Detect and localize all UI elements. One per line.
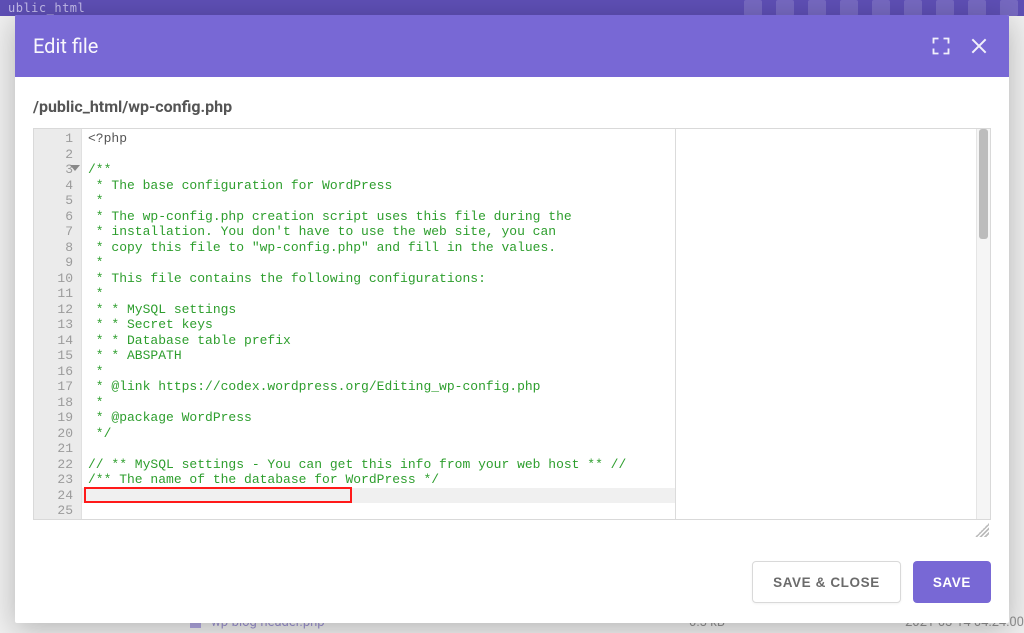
code-line[interactable]: * installation. You don't have to use th…	[88, 224, 675, 240]
active-line-highlight	[82, 488, 675, 504]
line-number: 12	[34, 302, 73, 318]
save-button[interactable]: SAVE	[913, 561, 991, 603]
code-line[interactable]: * The base configuration for WordPress	[88, 178, 675, 194]
modal-body: /public_html/wp-config.php 1234567891011…	[15, 77, 1009, 539]
line-number: 16	[34, 364, 73, 380]
line-number: 19	[34, 410, 73, 426]
line-number: 15	[34, 348, 73, 364]
line-number: 20	[34, 426, 73, 442]
code-line[interactable]: /**	[88, 162, 675, 178]
code-line[interactable]: *	[88, 193, 675, 209]
line-number: 3	[34, 162, 73, 178]
line-number: 9	[34, 255, 73, 271]
code-line[interactable]: // ** MySQL settings - You can get this …	[88, 457, 675, 473]
code-line[interactable]: *	[88, 255, 675, 271]
line-number: 21	[34, 441, 73, 457]
resize-grip-icon[interactable]	[975, 523, 989, 537]
code-area[interactable]: <?php /** * The base configuration for Wo…	[82, 129, 675, 519]
edit-file-modal: Edit file /public_html/wp-config.php 123…	[15, 15, 1009, 623]
code-line[interactable]: * * ABSPATH	[88, 348, 675, 364]
line-number: 23	[34, 472, 73, 488]
code-line[interactable]: * * Database table prefix	[88, 333, 675, 349]
code-line[interactable]: * copy this file to "wp-config.php" and …	[88, 240, 675, 256]
code-line[interactable]: <?php	[88, 131, 675, 147]
bg-path-text: ublic_html	[8, 0, 85, 16]
code-line[interactable]: * The wp-config.php creation script uses…	[88, 209, 675, 225]
line-number: 6	[34, 209, 73, 225]
bg-toolbar-icons	[744, 0, 1024, 16]
bg-path-bar: ublic_html	[0, 0, 1024, 16]
fullscreen-icon[interactable]	[931, 36, 951, 56]
line-number: 11	[34, 286, 73, 302]
code-line[interactable]: *	[88, 286, 675, 302]
line-number: 10	[34, 271, 73, 287]
code-line[interactable]: * This file contains the following confi…	[88, 271, 675, 287]
code-line[interactable]	[88, 441, 675, 457]
code-line[interactable]	[88, 147, 675, 163]
line-number: 14	[34, 333, 73, 349]
editor-right-pane	[676, 129, 976, 519]
code-line[interactable]: * * MySQL settings	[88, 302, 675, 318]
line-number: 2	[34, 147, 73, 163]
line-number: 17	[34, 379, 73, 395]
code-line[interactable]: * @package WordPress	[88, 410, 675, 426]
code-line[interactable]: *	[88, 364, 675, 380]
line-number-gutter: 1234567891011121314151617181920212223242…	[34, 129, 82, 519]
editor-split-divider[interactable]	[675, 129, 676, 519]
line-number: 22	[34, 457, 73, 473]
modal-header: Edit file	[15, 15, 1009, 77]
code-line[interactable]	[88, 503, 675, 519]
line-number: 18	[34, 395, 73, 411]
code-editor[interactable]: 1234567891011121314151617181920212223242…	[33, 128, 991, 520]
code-line[interactable]: */	[88, 426, 675, 442]
scrollbar-thumb[interactable]	[979, 129, 988, 239]
save-close-button[interactable]: SAVE & CLOSE	[752, 561, 901, 603]
line-number: 13	[34, 317, 73, 333]
code-line[interactable]: * * Secret keys	[88, 317, 675, 333]
code-line[interactable]: *	[88, 395, 675, 411]
line-number: 5	[34, 193, 73, 209]
code-line[interactable]: * @link https://codex.wordpress.org/Edit…	[88, 379, 675, 395]
code-line[interactable]: /** The name of the database for WordPre…	[88, 472, 675, 488]
line-number: 25	[34, 503, 73, 519]
line-number: 1	[34, 131, 73, 147]
modal-footer: SAVE & CLOSE SAVE	[15, 539, 1009, 623]
scrollbar-track[interactable]	[976, 129, 990, 519]
line-number: 24	[34, 488, 73, 504]
file-path: /public_html/wp-config.php	[33, 97, 991, 116]
line-number: 7	[34, 224, 73, 240]
line-number: 4	[34, 178, 73, 194]
line-number: 8	[34, 240, 73, 256]
close-icon[interactable]	[969, 36, 989, 56]
modal-title: Edit file	[33, 34, 98, 58]
fold-marker-icon[interactable]	[70, 165, 80, 171]
